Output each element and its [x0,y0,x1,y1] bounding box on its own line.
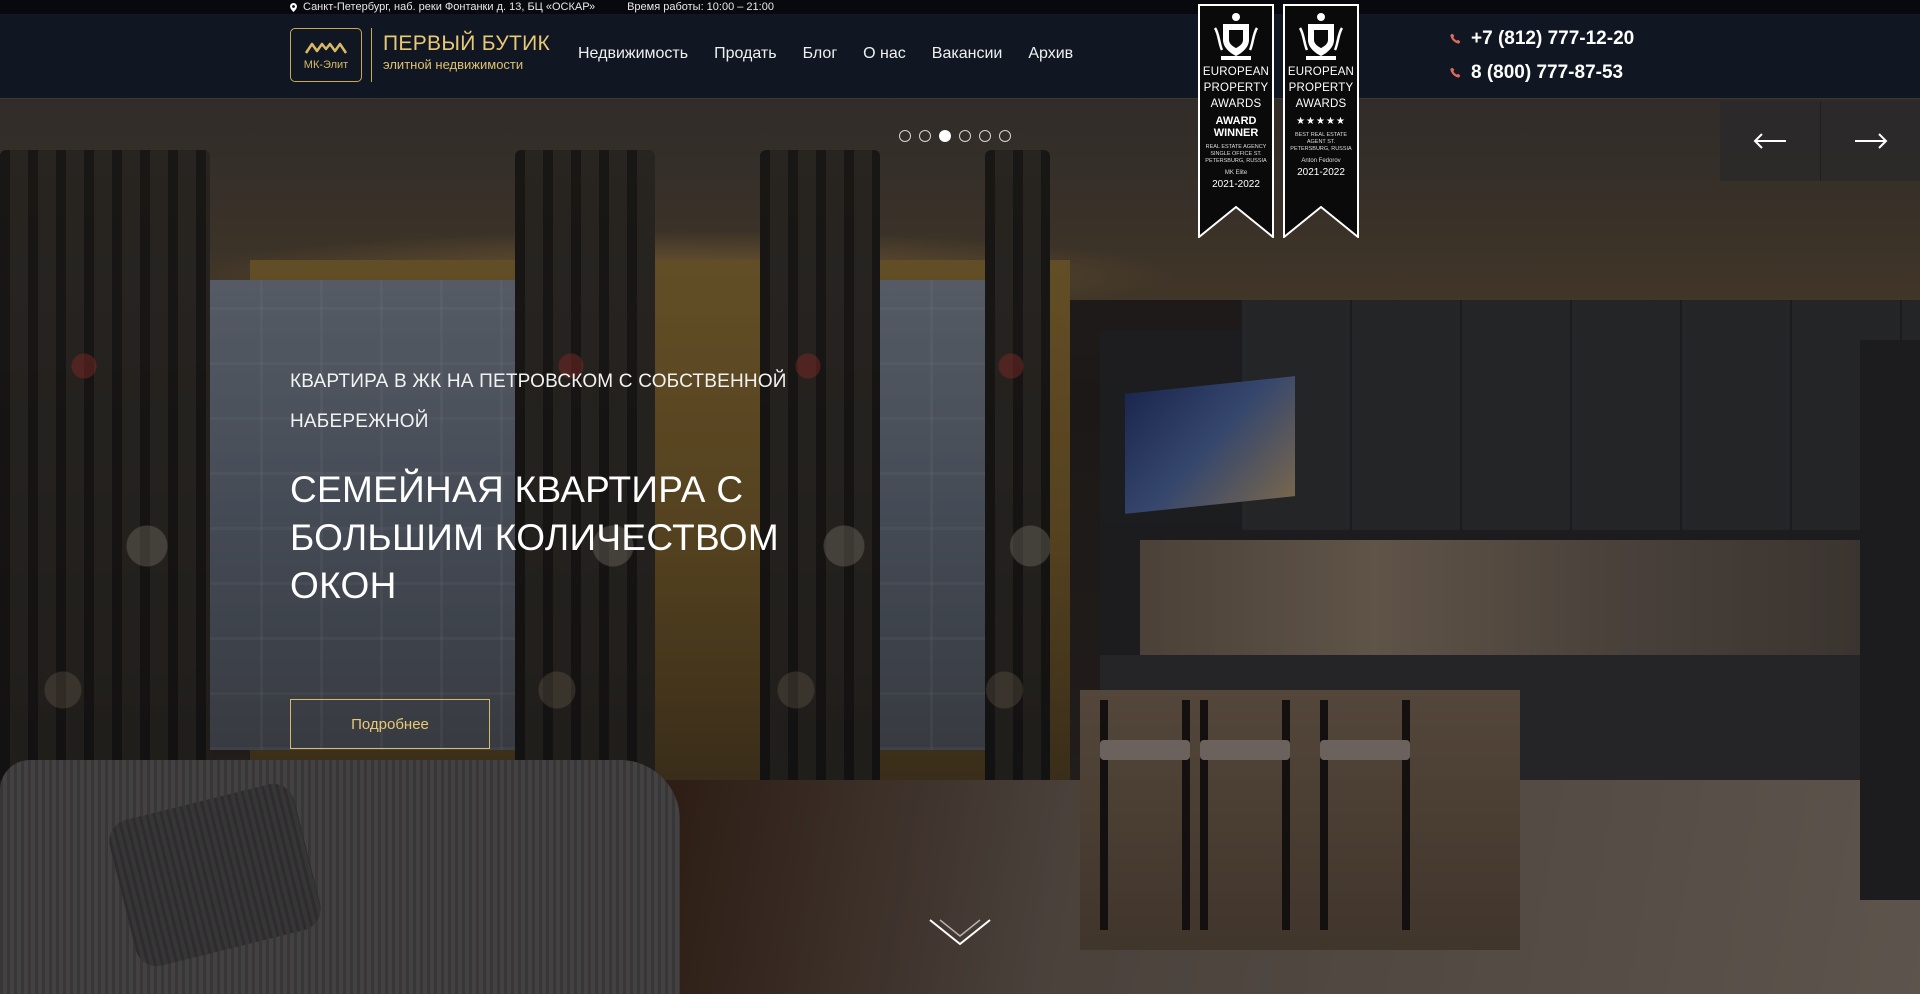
slider-dot[interactable] [999,130,1011,142]
award-year: 2021-2022 [1212,179,1260,190]
nav-item-realty[interactable]: Недвижимость [578,45,688,63]
details-button[interactable]: Подробнее [290,699,490,749]
brand-title: ПЕРВЫЙ БУТИК [383,32,551,55]
award-recipient: Anton Fedorov [1301,158,1341,164]
main-nav: Недвижимость Продать Блог О нас Вакансии… [578,45,1073,63]
slider-dot[interactable] [939,130,951,142]
award-title-line: PROPERTY [1203,82,1269,94]
slider-dot[interactable] [899,130,911,142]
phone-number: 8 (800) 777-87-53 [1471,62,1624,83]
prev-slide-button[interactable] [1720,101,1820,181]
award-title-line: EUROPEAN [1202,66,1270,78]
award-title-line: PROPERTY [1288,82,1354,94]
arrow-left-icon [1753,133,1786,149]
hero-background [0,0,1920,994]
logo-mark-icon [304,42,348,54]
award-category: BEST REAL ESTATE AGENT ST. PETERSBURG, R… [1290,132,1352,152]
logo-divider [371,28,372,82]
topbar: Санкт-Петербург, наб. реки Фонтанки д. 1… [0,0,1920,14]
brand-subtitle: элитной недвижимости [383,57,524,72]
award-recipient: MK Elite [1224,170,1248,176]
phone-icon [1450,33,1461,44]
award-stars: ★★★★★ [1296,116,1346,127]
working-hours: Время работы: 10:00 – 21:00 [627,1,774,13]
hero-text: КВАРТИРА В ЖК НА ПЕТРОВСКОМ С СОБСТВЕННО… [290,362,890,610]
chevron-down-icon[interactable] [928,918,992,948]
arrow-right-icon [1854,133,1887,149]
phone-number: +7 (812) 777-12-20 [1471,28,1635,49]
award-badge-agency[interactable]: EUROPEAN PROPERTY AWARDS AWARD WINNER RE… [1198,4,1274,238]
header: МК-Элит ПЕРВЫЙ БУТИК элитной недвижимост… [0,14,1920,98]
next-slide-button[interactable] [1820,101,1920,181]
phone-icon [1450,67,1461,78]
brand[interactable]: ПЕРВЫЙ БУТИК элитной недвижимости [383,32,550,72]
logo[interactable]: МК-Элит [290,28,362,82]
address-text: Санкт-Петербург, наб. реки Фонтанки д. 1… [303,1,596,13]
hero-overlay [0,0,1920,994]
award-title-line: EUROPEAN [1287,66,1355,78]
slider-dot[interactable] [919,130,931,142]
award-title-line: AWARDS [1210,98,1262,110]
working-hours-text: Время работы: 10:00 – 21:00 [627,1,774,13]
slider-arrows [1720,101,1920,181]
map-pin-icon [290,2,297,12]
phones: +7 (812) 777-12-20 8 (800) 777-87-53 [1450,22,1634,90]
slider-pagination [899,130,1011,142]
phone-link[interactable]: +7 (812) 777-12-20 [1450,22,1634,56]
nav-item-sell[interactable]: Продать [714,45,777,63]
phone-link[interactable]: 8 (800) 777-87-53 [1450,56,1634,90]
hero-subtitle: КВАРТИРА В ЖК НА ПЕТРОВСКОМ С СОБСТВЕННО… [290,371,787,432]
award-year: 2021-2022 [1297,167,1345,178]
address: Санкт-Петербург, наб. реки Фонтанки д. 1… [290,1,595,13]
nav-item-vacancies[interactable]: Вакансии [932,45,1003,63]
nav-item-about[interactable]: О нас [863,45,906,63]
crest-icon [1213,13,1259,60]
logo-text: МК-Элит [303,58,349,71]
nav-item-archive[interactable]: Архив [1028,45,1073,63]
slider-dot[interactable] [979,130,991,142]
award-title-line: AWARDS [1295,98,1347,110]
award-kind: AWARD WINNER [1213,115,1259,139]
crest-icon [1298,13,1344,60]
slider-dot[interactable] [959,130,971,142]
award-badge-agent[interactable]: EUROPEAN PROPERTY AWARDS ★★★★★ BEST REAL… [1283,4,1359,238]
nav-item-blog[interactable]: Блог [803,45,838,63]
award-category: REAL ESTATE AGENCY SINGLE OFFICE ST. PET… [1205,144,1267,164]
hero-title: СЕМЕЙНАЯ КВАРТИРА С БОЛЬШИМ КОЛИЧЕСТВОМ … [290,469,779,606]
